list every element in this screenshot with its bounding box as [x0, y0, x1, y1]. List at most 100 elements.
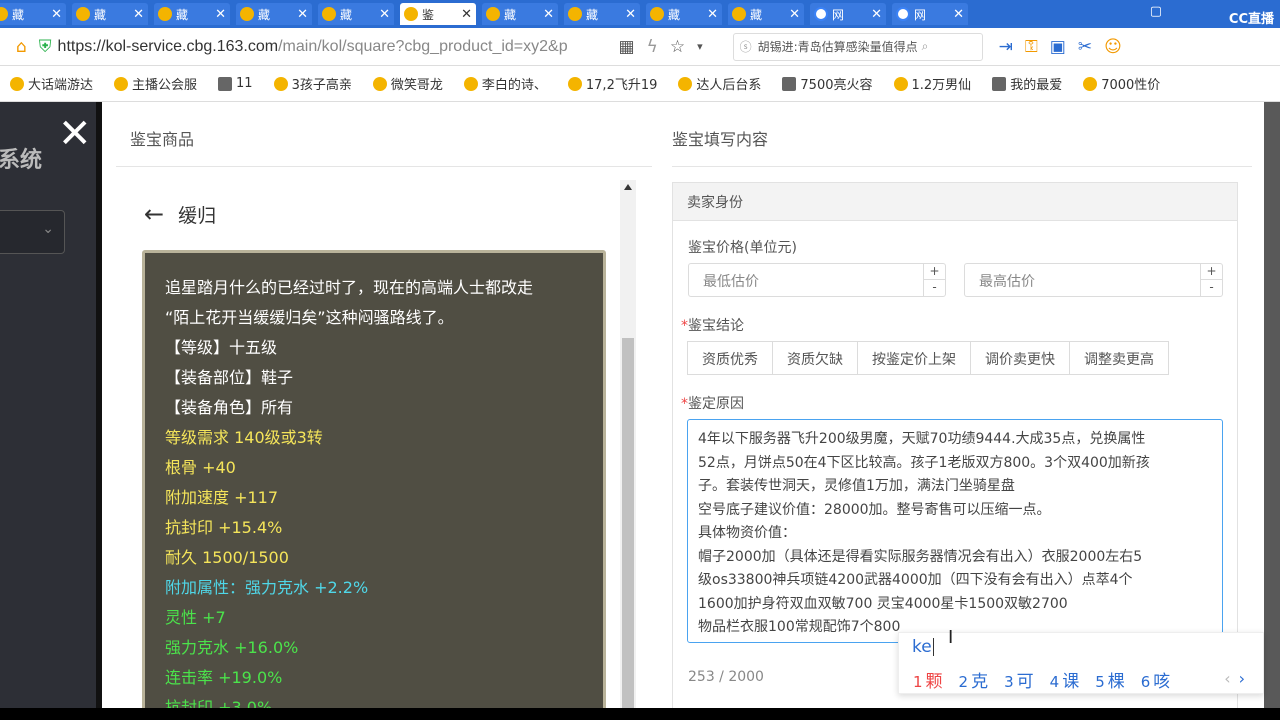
ime-candidate[interactable]: 3可	[1004, 667, 1034, 692]
bookmark-item[interactable]: 3孩子高亲	[273, 74, 352, 93]
bookmark-icon	[114, 76, 129, 91]
bookmark-item[interactable]: 达人后台系	[678, 74, 761, 93]
conclusion-option-button[interactable]: 按鉴定价上架	[857, 341, 971, 375]
conclusion-option-button[interactable]: 资质优秀	[687, 341, 773, 375]
close-icon[interactable]: ✕	[58, 114, 92, 154]
qr-icon[interactable]: ▦	[619, 37, 635, 57]
browser-tab[interactable]: 藏 ✕	[72, 3, 148, 25]
close-icon[interactable]: ✕	[543, 7, 554, 22]
ime-candidate[interactable]: 6咳	[1141, 667, 1171, 692]
bookmark-label: 我的最爱	[1010, 78, 1063, 93]
ime-candidate-index: 6	[1140, 673, 1151, 691]
close-icon[interactable]: ✕	[297, 7, 308, 22]
close-icon[interactable]: ✕	[215, 7, 226, 22]
conclusion-label: 鉴宝结论	[688, 318, 744, 334]
browser-tab[interactable]: 藏 ✕	[646, 3, 722, 25]
favicon-icon	[568, 7, 582, 21]
bookmark-icon	[463, 76, 478, 91]
reason-label: 鉴定原因	[688, 396, 744, 412]
close-icon[interactable]: ✕	[707, 7, 718, 22]
browser-tab[interactable]: 网 ✕	[892, 3, 968, 25]
bookmark-item[interactable]: 我的最爱	[992, 74, 1062, 93]
close-icon[interactable]: ✕	[625, 7, 636, 22]
reason-text-line: 空号底子建议价值：28000加。整号寄售可以压缩一点。	[698, 501, 1051, 518]
chevron-left-icon[interactable]: ‹	[1224, 669, 1230, 688]
ime-candidate[interactable]: 4课	[1050, 667, 1080, 692]
scrollbar-thumb[interactable]	[622, 338, 634, 708]
bookmark-label: 李白的诗、	[481, 78, 547, 93]
sidebar-select[interactable]: ⌄	[0, 210, 65, 254]
bookmark-label: 17,2飞升19	[585, 78, 658, 93]
item-attribute-line: 附加速度 +117	[165, 488, 279, 507]
plus-icon[interactable]: +	[924, 264, 945, 280]
browser-tab[interactable]: 鉴 ✕	[400, 3, 476, 25]
conclusion-option-button[interactable]: 资质欠缺	[772, 341, 858, 375]
chevron-right-icon[interactable]: ›	[1239, 669, 1245, 688]
browser-tab[interactable]: 藏 ✕	[154, 3, 230, 25]
close-icon[interactable]: ✕	[789, 7, 800, 22]
ime-candidate[interactable]: 2克	[959, 667, 989, 692]
bookmark-item[interactable]: 7500亮火容	[782, 74, 873, 93]
ime-candidate-index: 4	[1049, 673, 1060, 691]
bookmark-item[interactable]: 主播公会服	[114, 74, 197, 93]
home-icon[interactable]: ⌂	[16, 37, 27, 57]
bookmark-icon	[893, 76, 908, 91]
close-icon[interactable]: ✕	[461, 7, 472, 22]
chevron-down-icon: ⌄	[42, 221, 54, 237]
arrow-left-icon[interactable]: ←	[144, 200, 164, 228]
close-icon[interactable]: ✕	[953, 7, 964, 22]
browser-tab[interactable]: 网 ✕	[810, 3, 886, 25]
scroll-up-arrow[interactable]	[624, 184, 632, 190]
close-icon[interactable]: ✕	[379, 7, 390, 22]
star-icon[interactable]: ☆	[670, 37, 685, 57]
bookmark-item[interactable]: 微笑哥龙	[372, 74, 443, 93]
browser-tab[interactable]: 藏 ✕	[564, 3, 640, 25]
ime-candidate[interactable]: 5棵	[1095, 667, 1125, 692]
conclusion-option-button[interactable]: 调整卖更高	[1069, 341, 1169, 375]
browser-tab[interactable]: 藏 ✕	[482, 3, 558, 25]
favicon-icon	[158, 7, 172, 21]
bookmark-item[interactable]: 17,2飞升19	[567, 74, 658, 93]
bookmark-item[interactable]: 11	[218, 76, 253, 91]
close-icon[interactable]: ✕	[133, 7, 144, 22]
bookmark-item[interactable]: 大话端游达	[10, 74, 93, 93]
conclusion-option-button[interactable]: 调价卖更快	[970, 341, 1070, 375]
max-price-stepper[interactable]: + -	[1200, 264, 1222, 296]
ime-candidate[interactable]: 1颗	[913, 667, 943, 692]
item-attribute-line: 根骨 +40	[165, 458, 236, 477]
close-icon[interactable]: ✕	[51, 7, 62, 22]
item-tooltip-card: 追星踏月什么的已经过时了，现在的高端人士都改走 “陌上花开当缓缓归矣”这种闷骚路线…	[142, 250, 606, 708]
browser-tab[interactable]: 藏 ✕	[318, 3, 394, 25]
back-row[interactable]: ← 缓归	[144, 200, 216, 228]
favicon-icon	[896, 7, 910, 21]
url-field[interactable]: https://kol-service.cbg.163.com/main/kol…	[58, 38, 613, 56]
browser-tab[interactable]: 藏 ✕	[0, 3, 66, 25]
minus-icon[interactable]: -	[924, 280, 945, 296]
tab-label: 藏	[94, 7, 107, 22]
translate-icon[interactable]: ▣	[1050, 37, 1066, 57]
browser-tab[interactable]: 藏 ✕	[236, 3, 312, 25]
plus-icon[interactable]: +	[1201, 264, 1222, 280]
min-price-input[interactable]: 最低估价 + -	[688, 263, 946, 297]
close-icon[interactable]: ✕	[871, 7, 882, 22]
search-icon[interactable]: ⌕	[922, 39, 929, 54]
lightning-icon[interactable]: ϟ	[647, 37, 658, 57]
search-input[interactable]: ⓢ 胡锡进:青岛估算感染量值得点 ⌕	[732, 32, 983, 61]
bookmark-icon	[218, 76, 233, 91]
emoji-icon[interactable]: ☺	[1104, 37, 1122, 57]
min-price-stepper[interactable]: + -	[923, 264, 945, 296]
bookmark-item[interactable]: 1.2万男仙	[893, 74, 971, 93]
key-icon[interactable]: ⚿	[1025, 37, 1038, 57]
max-price-input[interactable]: 最高估价 + -	[964, 263, 1223, 297]
tab-label: 藏	[750, 7, 763, 22]
bookmark-item[interactable]: 李白的诗、	[463, 74, 547, 93]
minus-icon[interactable]: -	[1201, 280, 1222, 296]
bookmark-icon	[782, 76, 797, 91]
scrollbar[interactable]	[620, 180, 636, 708]
browser-tab[interactable]: 藏 ✕	[728, 3, 804, 25]
bookmark-item[interactable]: 7000性价	[1083, 74, 1160, 93]
login-icon[interactable]: ⇥	[999, 37, 1013, 57]
chevron-down-icon[interactable]: ▾	[697, 40, 703, 53]
reason-textarea[interactable]: 4年以下服务器飞升200级男魔，天赋70功绩9444.大成35点，兑换属性 52点…	[687, 419, 1223, 643]
scissors-icon[interactable]: ✂	[1078, 37, 1092, 57]
